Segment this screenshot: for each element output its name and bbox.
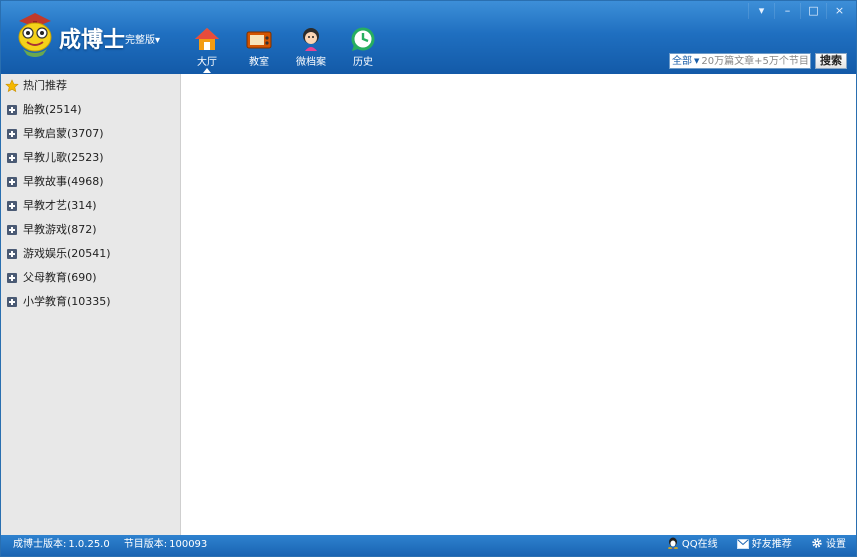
sidebar-item-early-games[interactable]: 早教游戏(872) [1,218,180,242]
qq-online-link[interactable]: QQ在线 [667,535,718,555]
app-version: 1.0.25.0 [68,539,110,550]
sidebar-item-label: 热门推荐 [23,79,67,92]
app-logo: 成博士 完整版▾ [9,5,169,65]
star-icon [5,79,19,93]
maximize-button[interactable]: □ [800,3,826,19]
expand-icon[interactable] [7,105,17,115]
nav-archive-label: 微档案 [296,57,326,68]
nav-history-label: 历史 [353,57,373,68]
chevron-down-icon: ▼ [694,57,700,65]
sidebar-item-label: 早教游戏(872) [23,223,97,236]
expand-icon[interactable] [7,297,17,307]
close-button[interactable]: × [826,3,852,19]
history-clock-icon [351,27,375,51]
active-indicator [203,68,211,73]
app-version-label: 成博士版本: [13,539,67,550]
settings-label: 设置 [826,539,846,550]
menu-dropdown-button[interactable]: ▾ [748,3,774,19]
content-area [182,74,856,535]
sidebar-item-label: 早教启蒙(3707) [23,127,104,140]
sidebar-item-label: 父母教育(690) [23,271,97,284]
sidebar-item-enlightenment[interactable]: 早教启蒙(3707) [1,122,180,146]
expand-icon[interactable] [7,153,17,163]
qq-online-label: QQ在线 [681,539,718,550]
gear-icon [812,538,822,548]
search-scope-select[interactable]: 全部 [672,56,692,67]
search-button[interactable]: 搜索 [815,53,847,69]
expand-icon[interactable] [7,273,17,283]
sidebar-item-label: 胎教(2514) [23,103,82,116]
nav-hall[interactable]: 大厅 [187,25,227,73]
search-input[interactable]: 全部 ▼ 20万篇文章+5万个节目 [669,53,811,69]
program-version: 100093 [169,539,208,550]
expand-icon[interactable] [7,177,17,187]
sidebar-item-featured[interactable]: 热门推荐 [1,74,180,98]
qq-penguin-icon [667,537,678,549]
house-icon [195,28,219,50]
expand-icon[interactable] [7,249,17,259]
sidebar-item-primary-school[interactable]: 小学教育(10335) [1,290,180,314]
minimize-button[interactable]: – [774,3,800,19]
expand-icon[interactable] [7,129,17,139]
app-window: 成博士 完整版▾ 大厅 教室 微档案 历史 ▾ – □ × 全部 ▼ 20万篇文… [0,0,857,557]
nav-micro-archive[interactable]: 微档案 [291,25,331,71]
status-bar: 成博士版本: 1.0.25.0 节目版本: 100093 QQ在线 好友推荐 设… [1,535,856,556]
nav-history[interactable]: 历史 [343,25,383,71]
sidebar-item-label: 早教才艺(314) [23,199,97,212]
mascot-icon [18,13,52,57]
child-avatar-icon [303,28,319,51]
program-version-label: 节目版本: [123,539,168,550]
brand-name: 成博士 [59,28,126,53]
expand-icon[interactable] [7,201,17,211]
settings-link[interactable]: 设置 [811,535,846,555]
tv-icon [246,31,272,49]
recommend-label: 好友推荐 [751,539,792,550]
sidebar-item-entertainment[interactable]: 游戏娱乐(20541) [1,242,180,266]
expand-icon[interactable] [7,225,17,235]
sidebar-item-label: 小学教育(10335) [23,295,111,308]
sidebar-item-label: 早教儿歌(2523) [23,151,104,164]
sidebar-item-parenting[interactable]: 父母教育(690) [1,266,180,290]
nav-hall-label: 大厅 [197,57,217,68]
sidebar-item-prenatal[interactable]: 胎教(2514) [1,98,180,122]
nav-classroom-label: 教室 [249,57,269,68]
sidebar-item-label: 早教故事(4968) [23,175,104,188]
window-controls: ▾ – □ × [748,3,852,21]
nav-classroom[interactable]: 教室 [239,25,279,71]
sidebar-item-nursery-songs[interactable]: 早教儿歌(2523) [1,146,180,170]
recommend-friend-link[interactable]: 好友推荐 [736,535,792,555]
search-placeholder: 20万篇文章+5万个节目 [701,56,809,67]
sidebar-item-stories[interactable]: 早教故事(4968) [1,170,180,194]
sidebar-item-talents[interactable]: 早教才艺(314) [1,194,180,218]
header-bar: 成博士 完整版▾ 大厅 教室 微档案 历史 ▾ – □ × 全部 ▼ 20万篇文… [1,1,856,74]
edition-dropdown[interactable]: 完整版▾ [125,31,160,46]
sidebar-item-label: 游戏娱乐(20541) [23,247,111,260]
envelope-icon [736,539,749,549]
search-bar: 全部 ▼ 20万篇文章+5万个节目 搜索 [669,53,847,69]
category-sidebar: 热门推荐 胎教(2514) 早教启蒙(3707) 早教儿歌(2523) 早教故事… [1,74,181,535]
